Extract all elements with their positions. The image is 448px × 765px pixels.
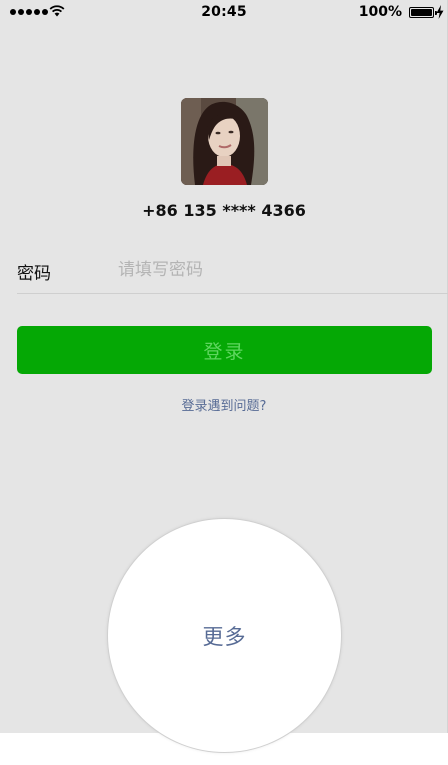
password-underline <box>17 293 448 294</box>
status-bar: 20:45 100% <box>0 0 448 24</box>
phone-number: +86 135 **** 4366 <box>142 201 306 220</box>
more-button[interactable]: 更多 <box>107 518 342 753</box>
battery-percent: 100% <box>358 4 402 20</box>
more-label: 更多 <box>202 624 247 649</box>
password-label: 密码 <box>17 264 51 284</box>
login-button[interactable]: 登录 <box>17 326 432 374</box>
avatar-photo <box>181 98 268 185</box>
login-trouble-link[interactable]: 登录遇到问题? <box>0 395 448 414</box>
battery-icon <box>409 7 437 18</box>
avatar <box>181 98 268 185</box>
charging-bolt-icon <box>436 5 444 19</box>
password-input[interactable] <box>118 253 428 287</box>
